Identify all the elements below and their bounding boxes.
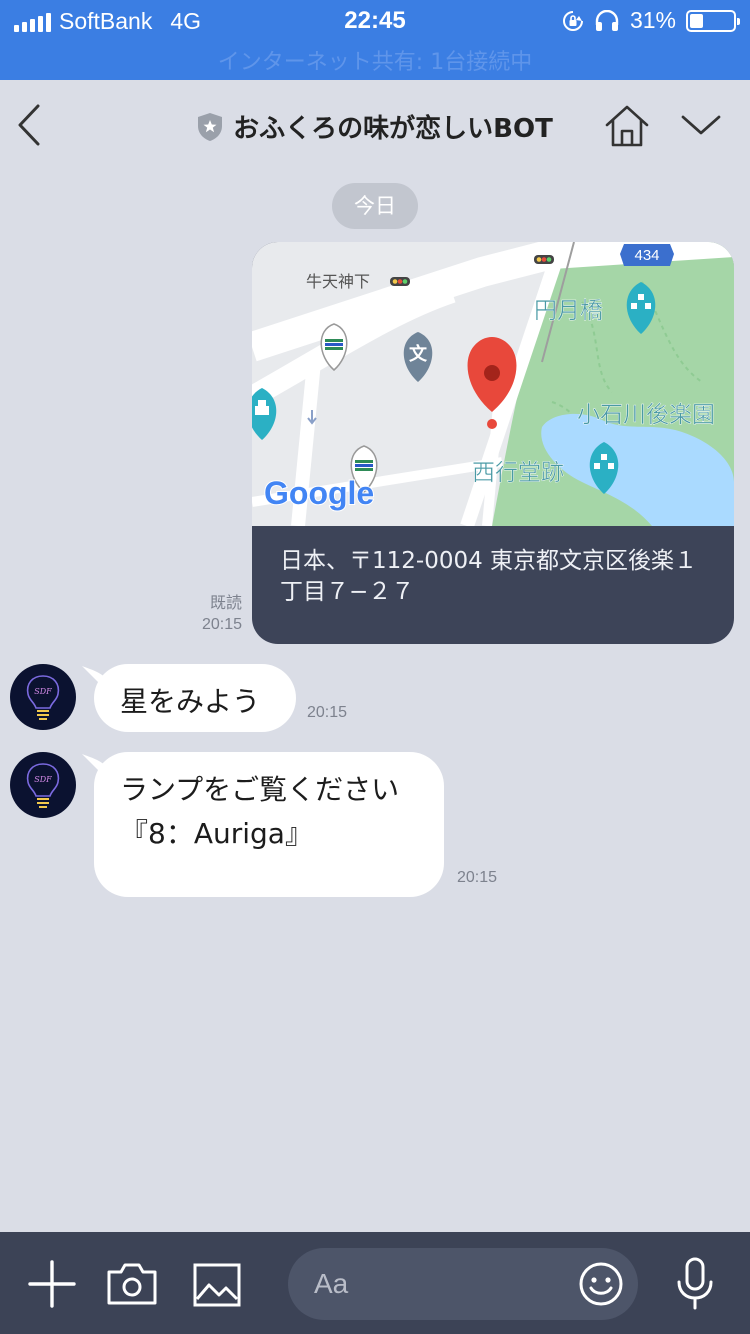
message-text-line-2: 『8：Auriga』 xyxy=(120,817,313,850)
chevron-down-icon xyxy=(681,115,721,135)
emoji-icon[interactable] xyxy=(578,1261,624,1307)
location-read-meta: 既読 20:15 xyxy=(180,592,242,636)
map-label-koishikawa: 小石川後楽園 xyxy=(577,402,715,428)
battery-icon xyxy=(686,9,740,32)
bot-avatar[interactable]: SDF xyxy=(10,664,76,730)
headphones-icon xyxy=(595,9,619,31)
location-message-card[interactable]: 434 牛天神下 文 円月橋 小石川後楽園 西行堂跡 Google 日本、〒11… xyxy=(252,242,734,644)
google-logo: Google xyxy=(264,475,374,511)
avatar-text: SDF xyxy=(34,775,52,784)
menu-toggle-button[interactable] xyxy=(680,110,722,140)
message-bubble[interactable]: ランプをご覧ください 『8：Auriga』 xyxy=(94,752,444,897)
image-icon[interactable] xyxy=(193,1263,241,1307)
location-address: 日本、〒112-0004 東京都文京区後楽１丁目７−２７ xyxy=(280,548,698,605)
avatar-text: SDF xyxy=(34,687,52,696)
route-number-label: 434 xyxy=(634,247,659,264)
home-button[interactable] xyxy=(604,104,650,148)
message-input[interactable] xyxy=(314,1262,564,1306)
message-time: 20:15 xyxy=(457,869,498,886)
chat-header: おふくろの味が恋しいBOT xyxy=(0,80,750,170)
message-input-box[interactable] xyxy=(288,1248,638,1320)
camera-icon[interactable] xyxy=(106,1262,158,1306)
message-text-line-1: ランプをご覧ください xyxy=(120,773,400,806)
location-map[interactable]: 434 牛天神下 文 円月橋 小石川後楽園 西行堂跡 Google xyxy=(252,242,734,526)
message-bubble[interactable]: 星をみよう xyxy=(94,664,296,732)
battery-fill xyxy=(690,13,703,28)
battery-percent: 31% xyxy=(629,7,676,33)
school-glyph: 文 xyxy=(409,343,428,365)
home-icon xyxy=(605,105,649,147)
message-time: 20:15 xyxy=(307,704,348,721)
hotspot-banner[interactable]: インターネット共有: 1台接続中 xyxy=(0,44,750,76)
shield-star-icon xyxy=(198,112,223,141)
rotation-lock-icon xyxy=(562,10,583,31)
chat-title: おふくろの味が恋しいBOT xyxy=(233,114,553,144)
map-label-saigyodo: 西行堂跡 xyxy=(472,460,564,486)
location-time: 20:15 xyxy=(201,616,242,633)
lightbulb-icon: SDF xyxy=(26,763,60,808)
status-right: 31% xyxy=(562,7,740,34)
lightbulb-icon: SDF xyxy=(26,675,60,720)
map-label-engetsukyo: 円月橋 xyxy=(534,298,603,324)
read-receipt: 既読 xyxy=(209,593,242,612)
bot-avatar[interactable]: SDF xyxy=(10,752,76,818)
input-bar xyxy=(0,1232,750,1334)
date-separator: 今日 xyxy=(332,183,418,229)
status-bar: SoftBank 4G 22:45 31% インターネット共有: 1台接続中 xyxy=(0,0,750,80)
map-label-ushitenjinshita: 牛天神下 xyxy=(306,272,370,291)
plus-icon[interactable] xyxy=(28,1260,76,1308)
mic-icon[interactable] xyxy=(674,1256,716,1312)
message-text: 星をみよう xyxy=(120,685,261,718)
